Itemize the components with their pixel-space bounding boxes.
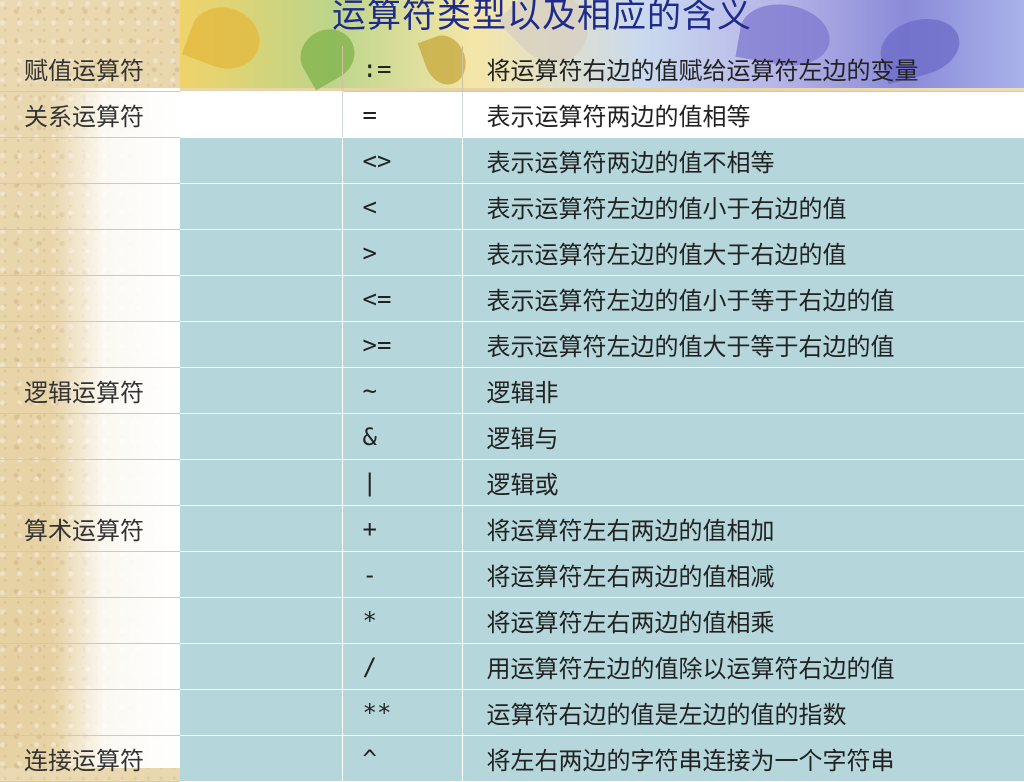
table-row: 连接运算符 ^ 将左右两边的字符串连接为一个字符串 [0,735,1024,782]
spacer-cell [180,643,342,690]
operator-symbol: * [341,597,462,644]
operator-symbol: ** [341,689,462,736]
table-row: 赋值运算符 := 将运算符右边的值赋给运算符左边的变量 [0,46,1024,92]
category-cell [0,183,180,230]
spacer-cell [180,689,342,736]
spacer-cell [180,735,342,782]
table-row: ** 运算符右边的值是左边的值的指数 [0,689,1024,736]
spacer-cell [180,597,342,644]
operator-symbol: & [341,413,462,460]
operator-meaning: 表示运算符左边的值大于右边的值 [461,229,1024,276]
operator-meaning: 将运算符左右两边的值相加 [461,505,1024,552]
operator-meaning: 将运算符左右两边的值相乘 [461,597,1024,644]
category-cell [0,643,180,690]
table-row: < 表示运算符左边的值小于右边的值 [0,183,1024,230]
operator-symbol: := [341,46,462,92]
operator-symbol: ^ [341,735,462,782]
spacer-cell [180,459,342,506]
operator-symbol: | [341,459,462,506]
category-cell: 连接运算符 [0,735,180,782]
operator-meaning: 将左右两边的字符串连接为一个字符串 [461,735,1024,782]
operator-meaning: 逻辑与 [461,413,1024,460]
table-row: >= 表示运算符左边的值大于等于右边的值 [0,321,1024,368]
spacer-cell [180,551,342,598]
operator-symbol: / [341,643,462,690]
table-row: <> 表示运算符两边的值不相等 [0,137,1024,184]
operator-meaning: 表示运算符两边的值不相等 [461,137,1024,184]
operator-symbol: - [341,551,462,598]
operator-symbol: > [341,229,462,276]
category-cell [0,459,180,506]
category-cell [0,413,180,460]
spacer-cell [180,46,342,92]
category-cell: 逻辑运算符 [0,367,180,414]
category-cell [0,597,180,644]
table-row: > 表示运算符左边的值大于右边的值 [0,229,1024,276]
spacer-cell [180,91,342,138]
table-row: 关系运算符 = 表示运算符两边的值相等 [0,91,1024,138]
operator-table: 赋值运算符 := 将运算符右边的值赋给运算符左边的变量 关系运算符 = 表示运算… [0,46,1024,782]
table-row: * 将运算符左右两边的值相乘 [0,597,1024,644]
spacer-cell [180,137,342,184]
operator-meaning: 逻辑非 [461,367,1024,414]
operator-meaning: 表示运算符两边的值相等 [461,91,1024,138]
spacer-cell [180,413,342,460]
operator-meaning: 运算符右边的值是左边的值的指数 [461,689,1024,736]
operator-meaning: 表示运算符左边的值小于等于右边的值 [461,275,1024,322]
operator-meaning: 将运算符左右两边的值相减 [461,551,1024,598]
spacer-cell [180,367,342,414]
operator-symbol: >= [341,321,462,368]
table-row: - 将运算符左右两边的值相减 [0,551,1024,598]
category-cell: 关系运算符 [0,91,180,138]
table-row: & 逻辑与 [0,413,1024,460]
spacer-cell [180,321,342,368]
category-cell [0,689,180,736]
table-row: 逻辑运算符 ~ 逻辑非 [0,367,1024,414]
operator-meaning: 用运算符左边的值除以运算符右边的值 [461,643,1024,690]
spacer-cell [180,505,342,552]
spacer-cell [180,229,342,276]
category-cell [0,551,180,598]
category-cell [0,275,180,322]
operator-symbol: + [341,505,462,552]
category-cell [0,321,180,368]
operator-meaning: 表示运算符左边的值小于右边的值 [461,183,1024,230]
table-row: <= 表示运算符左边的值小于等于右边的值 [0,275,1024,322]
operator-symbol: = [341,91,462,138]
operator-meaning: 逻辑或 [461,459,1024,506]
operator-meaning: 表示运算符左边的值大于等于右边的值 [461,321,1024,368]
category-cell [0,137,180,184]
slide-title: 运算符类型以及相应的含义 [332,0,752,36]
table-row: 算术运算符 + 将运算符左右两边的值相加 [0,505,1024,552]
spacer-cell [180,183,342,230]
table-row: | 逻辑或 [0,459,1024,506]
category-cell: 赋值运算符 [0,46,180,92]
operator-symbol: <> [341,137,462,184]
category-cell: 算术运算符 [0,505,180,552]
operator-symbol: ~ [341,367,462,414]
table-row: / 用运算符左边的值除以运算符右边的值 [0,643,1024,690]
category-cell [0,229,180,276]
operator-meaning: 将运算符右边的值赋给运算符左边的变量 [461,46,1024,92]
operator-symbol: < [341,183,462,230]
spacer-cell [180,275,342,322]
operator-symbol: <= [341,275,462,322]
